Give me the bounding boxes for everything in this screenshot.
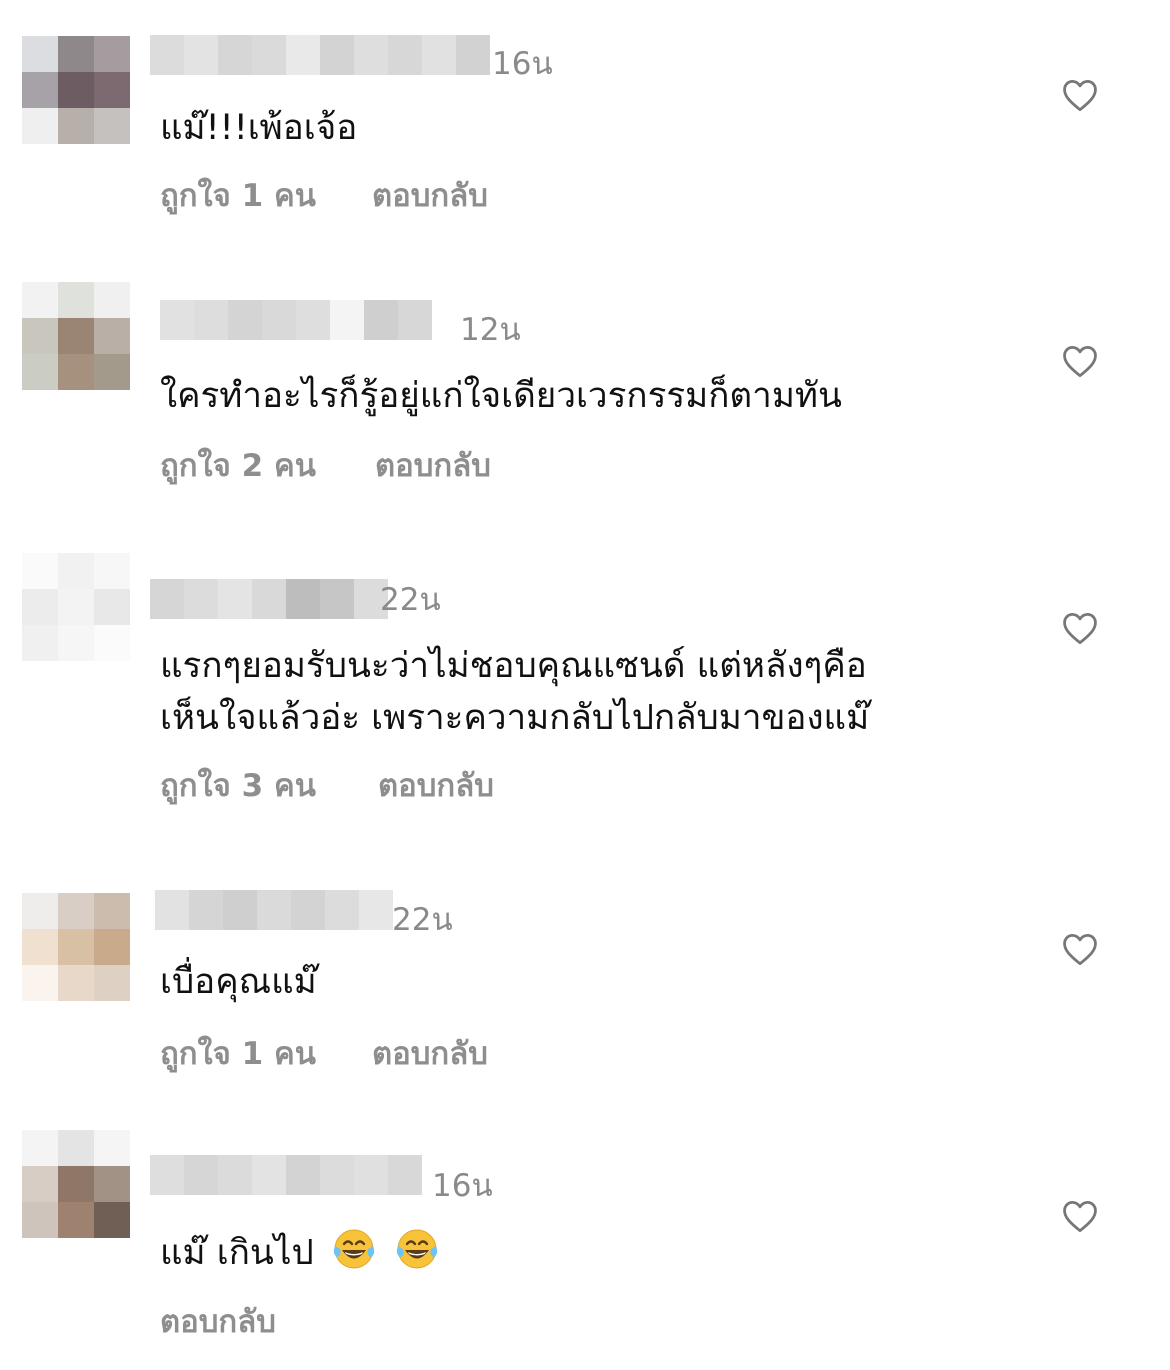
comment-actions: ถูกใจ 2 คน ตอบกลับ bbox=[160, 446, 491, 486]
username-blurred[interactable] bbox=[150, 1155, 422, 1195]
comment-actions: ถูกใจ 1 คน ตอบกลับ bbox=[160, 176, 488, 216]
comment-text-line: แรกๆยอมรับนะว่าไม่ชอบคุณแซนด์ แต่หลังๆคื… bbox=[160, 646, 867, 686]
comment-text: แม๊!!!เพ้อเจ้อ bbox=[160, 108, 358, 148]
reply-button[interactable]: ตอบกลับ bbox=[160, 1304, 276, 1340]
comment-time: 12น bbox=[460, 312, 521, 348]
like-count[interactable]: ถูกใจ 1 คน bbox=[160, 178, 316, 214]
comment-actions: ถูกใจ 1 คน ตอบกลับ bbox=[160, 1034, 488, 1074]
avatar[interactable] bbox=[22, 893, 130, 1001]
comment-time: 16น bbox=[492, 46, 553, 82]
reply-button[interactable]: ตอบกลับ bbox=[372, 176, 488, 216]
comment-actions: ถูกใจ 3 คน ตอบกลับ bbox=[160, 766, 494, 806]
heart-outline-icon[interactable] bbox=[1061, 611, 1099, 645]
avatar[interactable] bbox=[22, 1130, 130, 1238]
comment-actions: ตอบกลับ bbox=[160, 1302, 276, 1342]
heart-outline-icon[interactable] bbox=[1061, 344, 1099, 378]
avatar[interactable] bbox=[22, 553, 130, 661]
username-blurred[interactable] bbox=[150, 35, 490, 75]
comment-text-line: เห็นใจแล้วอ่ะ เพราะความกลับไปกลับมาของแม… bbox=[160, 698, 870, 738]
reply-button[interactable]: ตอบกลับ bbox=[372, 1034, 488, 1074]
comment-text: เบื่อคุณแม๊ bbox=[160, 962, 317, 1002]
reply-button[interactable]: ตอบกลับ bbox=[375, 446, 491, 486]
comment-text-content: แม๊ เกินไป bbox=[160, 1233, 314, 1273]
like-count[interactable]: ถูกใจ 3 คน bbox=[160, 768, 316, 804]
heart-outline-icon[interactable] bbox=[1061, 78, 1099, 112]
like-count[interactable]: ถูกใจ 2 คน bbox=[160, 448, 316, 484]
heart-outline-icon[interactable] bbox=[1061, 1199, 1099, 1233]
avatar[interactable] bbox=[22, 36, 130, 144]
reply-button[interactable]: ตอบกลับ bbox=[378, 766, 494, 806]
comment-text: ใครทำอะไรก็รู้อยู่แก่ใจเดียวเวรกรรมก็ตาม… bbox=[160, 376, 842, 416]
username-blurred[interactable] bbox=[160, 300, 432, 340]
tears-of-joy-emoji bbox=[396, 1229, 438, 1269]
comment-time: 22น bbox=[392, 902, 453, 938]
username-blurred[interactable] bbox=[155, 890, 393, 930]
like-count[interactable]: ถูกใจ 1 คน bbox=[160, 1036, 316, 1072]
heart-outline-icon[interactable] bbox=[1061, 932, 1099, 966]
comment-text: แม๊ เกินไป bbox=[160, 1226, 440, 1277]
username-blurred[interactable] bbox=[150, 579, 388, 619]
comment-time: 22น bbox=[380, 582, 441, 618]
avatar[interactable] bbox=[22, 282, 130, 390]
tears-of-joy-emoji bbox=[333, 1229, 374, 1269]
comment-time: 16น bbox=[432, 1168, 493, 1204]
